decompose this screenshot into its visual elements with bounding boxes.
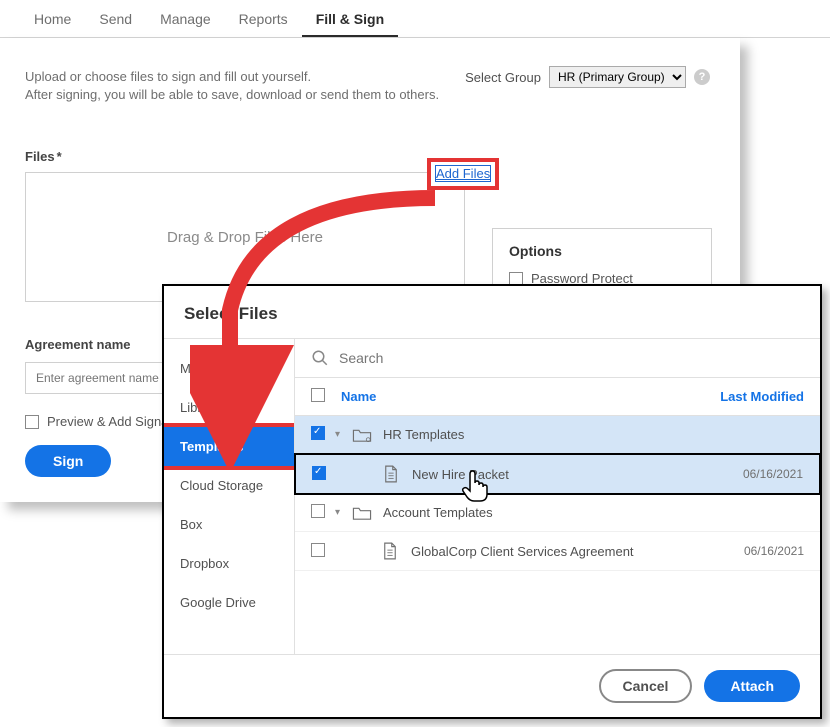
- row-name: New Hire Packet: [412, 467, 713, 482]
- modal-sidebar: My Computer Library Templates Cloud Stor…: [164, 339, 294, 654]
- row-hr-templates[interactable]: ▾ HR Templates: [295, 416, 820, 454]
- sidebar-dropbox[interactable]: Dropbox: [164, 544, 294, 583]
- preview-checkbox[interactable]: [25, 415, 39, 429]
- top-nav: Home Send Manage Reports Fill & Sign: [0, 0, 830, 38]
- file-dropzone[interactable]: Drag & Drop Files Here: [25, 172, 465, 302]
- sidebar-box[interactable]: Box: [164, 505, 294, 544]
- col-date-header[interactable]: Last Modified: [704, 389, 804, 404]
- nav-fill-sign[interactable]: Fill & Sign: [302, 11, 398, 37]
- nav-manage[interactable]: Manage: [146, 11, 225, 37]
- add-files-highlight: Add Files: [427, 158, 499, 190]
- row-date: 06/16/2021: [713, 467, 803, 481]
- nav-reports[interactable]: Reports: [225, 11, 302, 37]
- modal-content: Name Last Modified ▾ HR Templates: [294, 339, 820, 654]
- instruction-text-2: After signing, you will be able to save,…: [25, 86, 715, 104]
- sign-button[interactable]: Sign: [25, 445, 111, 477]
- row-checkbox[interactable]: [311, 504, 325, 518]
- search-icon: [311, 349, 329, 367]
- files-label: Files: [25, 149, 715, 164]
- sidebar-google-drive[interactable]: Google Drive: [164, 583, 294, 622]
- help-icon[interactable]: ?: [694, 69, 710, 85]
- row-checkbox[interactable]: [311, 426, 325, 440]
- sidebar-templates[interactable]: Templates: [164, 427, 294, 466]
- preview-label: Preview & Add Signa: [47, 414, 168, 429]
- search-row: [295, 339, 820, 378]
- document-icon: [380, 465, 402, 483]
- row-name: HR Templates: [383, 427, 714, 442]
- row-account-templates[interactable]: ▾ Account Templates: [295, 494, 820, 532]
- modal-title: Select Files: [164, 286, 820, 338]
- folder-icon: [351, 506, 373, 520]
- header-checkbox[interactable]: [311, 388, 325, 402]
- modal-footer: Cancel Attach: [164, 654, 820, 717]
- expand-icon[interactable]: ▾: [335, 507, 347, 518]
- search-input[interactable]: [339, 350, 804, 366]
- col-name-header[interactable]: Name: [341, 389, 704, 404]
- row-checkbox[interactable]: [311, 543, 325, 557]
- select-group-wrap: Select Group HR (Primary Group) ?: [465, 66, 710, 88]
- table-header: Name Last Modified: [295, 378, 820, 416]
- row-date: 06/16/2021: [714, 544, 804, 558]
- sidebar-library[interactable]: Library: [164, 388, 294, 427]
- nav-send[interactable]: Send: [85, 11, 146, 37]
- row-checkbox[interactable]: [312, 466, 326, 480]
- folder-icon: [351, 428, 373, 442]
- agreement-input[interactable]: [25, 362, 185, 394]
- expand-icon[interactable]: ▾: [335, 429, 347, 440]
- row-name: Account Templates: [383, 505, 714, 520]
- attach-button[interactable]: Attach: [704, 670, 800, 702]
- sidebar-cloud-storage[interactable]: Cloud Storage: [164, 466, 294, 505]
- add-files-link[interactable]: Add Files: [436, 166, 490, 181]
- cancel-button[interactable]: Cancel: [599, 669, 693, 703]
- document-icon: [379, 542, 401, 560]
- row-new-hire-packet[interactable]: New Hire Packet 06/16/2021: [294, 453, 820, 495]
- sidebar-my-computer[interactable]: My Computer: [164, 349, 294, 388]
- row-name: GlobalCorp Client Services Agreement: [411, 544, 714, 559]
- options-title: Options: [509, 243, 695, 259]
- select-files-modal: Select Files My Computer Library Templat…: [162, 284, 822, 719]
- select-group-label: Select Group: [465, 70, 541, 85]
- nav-home[interactable]: Home: [20, 11, 85, 37]
- row-globalcorp-agreement[interactable]: GlobalCorp Client Services Agreement 06/…: [295, 532, 820, 571]
- select-group-dropdown[interactable]: HR (Primary Group): [549, 66, 686, 88]
